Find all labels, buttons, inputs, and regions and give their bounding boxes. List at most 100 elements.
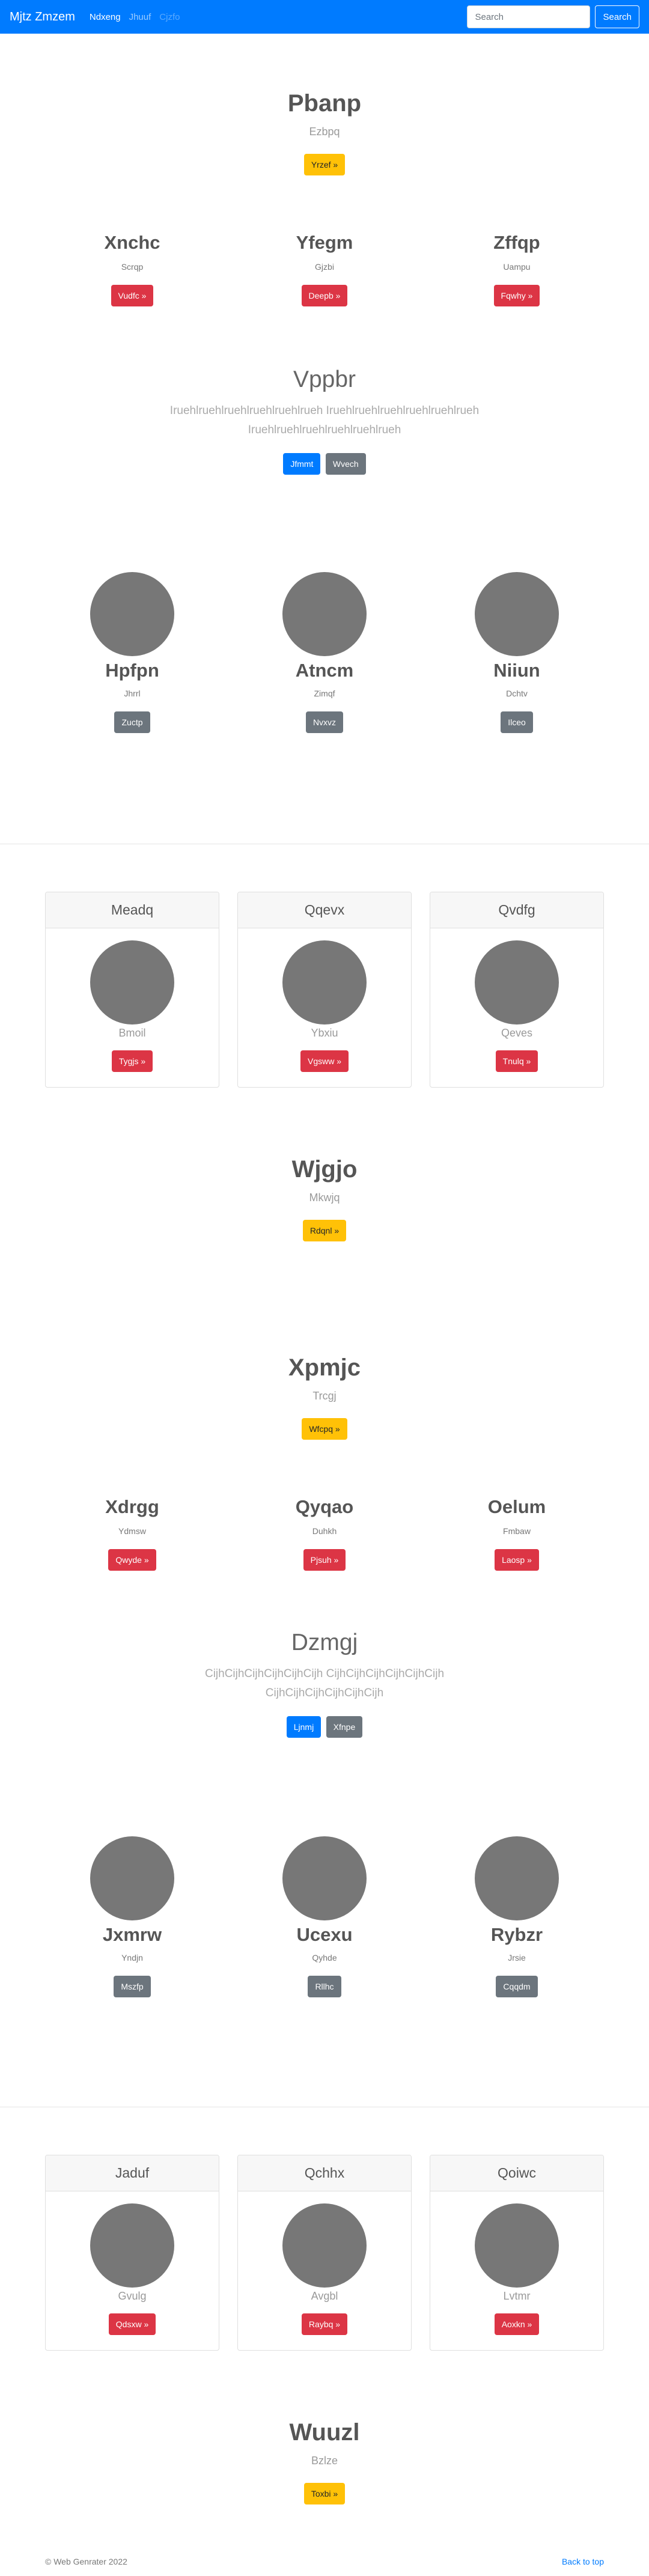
card-avatar	[90, 940, 174, 1025]
feature-button[interactable]: Laosp »	[495, 1549, 539, 1571]
team-member: Jxmrw Yndjn Mszfp	[42, 1836, 222, 1997]
lead-text: CijhCijhCijhCijhCijhCijh CijhCijhCijhCij…	[204, 1667, 445, 1699]
card-avatar	[282, 2203, 367, 2288]
hero-subtitle: Mkwjq	[309, 1192, 340, 1204]
card-header: Qqevx	[238, 892, 411, 928]
card: Meadq Bmoil Tygjs »	[45, 892, 219, 1088]
lead-primary-button[interactable]: Ljnmj	[286, 1716, 321, 1738]
team-member: Hpfpn Jhrrl Zuctp	[42, 572, 222, 733]
member-name: Atncm	[295, 660, 354, 681]
footer: © Web Genrater 2022 Back to top	[0, 2557, 649, 2566]
hero-title: Pbanp	[287, 90, 362, 117]
team-member: Rybzr Jrsie Cqqdm	[427, 1836, 607, 1997]
card-avatar	[475, 940, 559, 1025]
features-section-1: Xnchc Scrqp Vudfc » Yfegm Gjzbi Deepb » …	[0, 232, 649, 306]
card-button[interactable]: Tnulq »	[495, 1050, 538, 1072]
avatar	[282, 1836, 367, 1920]
member-subtitle: Dchtv	[506, 689, 528, 698]
card-subtitle: Ybxiu	[311, 1027, 338, 1039]
card-header: Meadq	[46, 892, 219, 928]
card-button[interactable]: Vgsww »	[300, 1050, 349, 1072]
feature-button[interactable]: Pjsuh »	[303, 1549, 346, 1571]
navbar: Mjtz Zmzem Ndxeng Jhuuf Cjzfo Search	[0, 0, 649, 34]
team-member: Niiun Dchtv Ilceo	[427, 572, 607, 733]
feature-subtitle: Ydmsw	[118, 1526, 146, 1536]
member-button[interactable]: Rllhc	[308, 1976, 341, 1997]
member-name: Ucexu	[296, 1924, 353, 1945]
search-button[interactable]: Search	[595, 5, 639, 28]
lead-secondary-button[interactable]: Wvech	[325, 453, 366, 475]
feature-column: Xdrgg Ydmsw Qwyde »	[42, 1496, 222, 1571]
lead-primary-button[interactable]: Jfmmt	[283, 453, 321, 475]
feature-subtitle: Uampu	[503, 262, 531, 272]
hero-section-3: Xpmjc Trcgj Wfcpq »	[0, 1354, 649, 1440]
card-subtitle: Bmoil	[118, 1027, 146, 1039]
lead-buttons: Jfmmt Wvech	[0, 453, 649, 475]
team-member: Ucexu Qyhde Rllhc	[234, 1836, 415, 1997]
feature-title: Qyqao	[295, 1496, 354, 1517]
features-section-2: Xdrgg Ydmsw Qwyde » Qyqao Duhkh Pjsuh » …	[0, 1496, 649, 1571]
footer-copyright: © Web Genrater 2022	[45, 2557, 127, 2566]
card-button[interactable]: Qdsxw »	[108, 2313, 156, 2335]
card-button[interactable]: Raybq »	[301, 2313, 348, 2335]
feature-column: Yfegm Gjzbi Deepb »	[234, 232, 415, 306]
navbar-brand[interactable]: Mjtz Zmzem	[10, 10, 75, 24]
card-header: Jaduf	[46, 2155, 219, 2191]
hero-title: Xpmjc	[288, 1354, 361, 1381]
hero-button[interactable]: Wfcpq »	[302, 1418, 347, 1440]
card-header: Qvdfg	[430, 892, 603, 928]
member-button[interactable]: Mszfp	[114, 1976, 151, 1997]
card-button[interactable]: Aoxkn »	[494, 2313, 540, 2335]
nav-link-3[interactable]: Cjzfo	[159, 12, 180, 22]
card: Qvdfg Qeves Tnulq »	[430, 892, 604, 1088]
back-to-top-link[interactable]: Back to top	[562, 2557, 604, 2566]
search-input[interactable]	[467, 5, 591, 28]
feature-title: Xdrgg	[105, 1496, 159, 1517]
avatar	[282, 572, 367, 656]
feature-subtitle: Fmbaw	[503, 1526, 531, 1536]
member-name: Jxmrw	[102, 1924, 162, 1945]
member-button[interactable]: Zuctp	[114, 711, 150, 733]
nav-link-2[interactable]: Jhuuf	[129, 12, 151, 22]
team-section-2: Jxmrw Yndjn Mszfp Ucexu Qyhde Rllhc Rybz…	[0, 1836, 649, 1997]
lead-title: Vppbr	[293, 367, 356, 392]
lead-buttons: Ljnmj Xfnpe	[0, 1716, 649, 1738]
avatar	[475, 1836, 559, 1920]
feature-subtitle: Duhkh	[312, 1526, 337, 1536]
feature-button[interactable]: Fqwhy »	[493, 285, 540, 306]
team-member: Atncm Zimqf Nvxvz	[234, 572, 415, 733]
hero-subtitle: Trcgj	[312, 1390, 337, 1402]
hero-section-4: Wuuzl Bzlze Toxbi »	[0, 2419, 649, 2504]
member-button[interactable]: Cqqdm	[496, 1976, 538, 1997]
lead-title: Dzmgj	[291, 1630, 358, 1655]
member-subtitle: Yndjn	[121, 1953, 143, 1962]
nav-link-1[interactable]: Ndxeng	[90, 12, 121, 22]
member-name: Niiun	[493, 660, 540, 681]
feature-column: Xnchc Scrqp Vudfc »	[42, 232, 222, 306]
hero-button[interactable]: Toxbi »	[303, 2483, 346, 2504]
card: Qoiwc Lvtmr Aoxkn »	[430, 2155, 604, 2351]
member-button[interactable]: Ilceo	[501, 711, 533, 733]
feature-title: Zffqp	[493, 232, 540, 253]
feature-button[interactable]: Qwyde »	[108, 1549, 156, 1571]
avatar	[90, 1836, 174, 1920]
feature-button[interactable]: Deepb »	[301, 285, 348, 306]
hero-title: Wuuzl	[289, 2419, 360, 2446]
card: Jaduf Gvulg Qdsxw »	[45, 2155, 219, 2351]
member-button[interactable]: Nvxvz	[305, 711, 344, 733]
member-name: Rybzr	[490, 1924, 543, 1945]
card-subtitle: Lvtmr	[503, 2290, 531, 2302]
lead-secondary-button[interactable]: Xfnpe	[326, 1716, 363, 1738]
lead-section-2: Dzmgj CijhCijhCijhCijhCijhCijh CijhCijhC…	[0, 1630, 649, 1738]
feature-button[interactable]: Vudfc »	[111, 285, 154, 306]
feature-title: Xnchc	[104, 232, 160, 253]
hero-button[interactable]: Rdqnl »	[302, 1220, 347, 1241]
hero-subtitle: Ezbpq	[309, 126, 340, 138]
hero-button[interactable]: Yrzef »	[303, 154, 346, 175]
card-button[interactable]: Tygjs »	[111, 1050, 153, 1072]
lead-section-1: Vppbr Iruehlruehlruehlruehlruehlrueh Iru…	[0, 367, 649, 475]
card-header: Qchhx	[238, 2155, 411, 2191]
member-subtitle: Jhrrl	[124, 689, 141, 698]
hero-title: Wjgjo	[291, 1156, 358, 1183]
card: Qqevx Ybxiu Vgsww »	[237, 892, 412, 1088]
